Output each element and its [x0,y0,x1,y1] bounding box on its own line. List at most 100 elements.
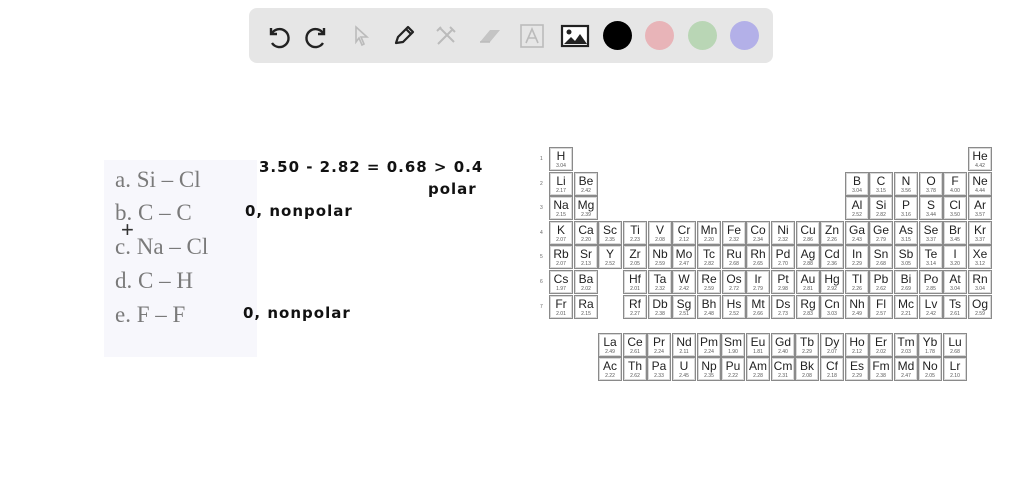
electronegativity-value: 2.81 [803,286,813,292]
electronegativity-value: 2.07 [556,237,566,243]
pen-icon[interactable] [388,20,420,52]
color-swatch-green[interactable] [688,21,717,50]
color-swatch-purple[interactable] [730,21,759,50]
element-er: Er 2.02 [869,333,893,357]
element-tc: Tc 2.82 [697,245,721,269]
element-lu: Lu 2.68 [943,333,967,357]
element-symbol: Al [851,198,863,212]
electronegativity-value: 2.52 [605,261,615,267]
element-symbol: Sg [676,297,692,311]
electronegativity-value: 2.68 [876,261,886,267]
undo-icon[interactable] [261,20,293,52]
redo-icon[interactable] [302,20,334,52]
electronegativity-value: 2.02 [581,286,591,292]
drawing-toolbar [249,8,773,63]
electronegativity-value: 2.17 [556,188,566,194]
element-symbol: Cf [826,359,838,373]
electronegativity-value: 4.42 [975,163,985,169]
element-symbol: Mt [751,297,765,311]
element-symbol: Zr [629,247,641,261]
electronegativity-value: 2.62 [630,373,640,379]
question-e: e. F – F [115,302,186,327]
electronegativity-value: 2.36 [827,261,837,267]
electronegativity-value: 2.35 [605,237,615,243]
select-icon[interactable] [346,20,378,52]
electronegativity-value: 3.44 [926,212,936,218]
eraser-icon[interactable] [474,20,506,52]
element-ta: Ta 2.32 [648,270,672,294]
element-pt: Pt 2.98 [771,270,795,294]
element-symbol: Cl [949,198,961,212]
period-label: 7 [540,303,543,310]
element-symbol: Tm [897,335,915,349]
element-po: Po 2.85 [919,270,943,294]
element-c: C 3.15 [869,172,893,196]
element-h: H 3.04 [549,147,573,171]
electronegativity-value: 2.07 [556,261,566,267]
element-ni: Ni 2.32 [771,221,795,245]
element-symbol: Zn [824,223,839,237]
electronegativity-value: 3.57 [975,212,985,218]
color-swatch-pink[interactable] [645,21,674,50]
element-symbol: U [679,359,689,373]
electronegativity-value: 2.12 [852,349,862,355]
electronegativity-value: 2.15 [556,212,566,218]
element-gd: Gd 2.40 [771,333,795,357]
element-ga: Ga 2.43 [845,221,869,245]
element-pa: Pa 2.33 [647,357,671,381]
element-symbol: Cu [800,223,816,237]
electronegativity-value: 2.79 [876,237,886,243]
element-as: As 3.15 [894,221,918,245]
period-label: 6 [540,279,543,285]
text-icon[interactable] [516,20,548,52]
element-symbol: Pm [700,335,718,349]
element-symbol: Ca [578,223,594,237]
electronegativity-value: 2.20 [581,237,591,243]
electronegativity-value: 2.59 [975,311,985,317]
element-symbol: Mn [700,223,718,237]
electronegativity-value: 2.07 [827,349,837,355]
element-symbol: Pb [873,272,889,286]
electronegativity-value: 4.00 [950,188,960,194]
element-symbol: Nb [652,247,668,261]
color-swatch-black[interactable] [603,21,632,50]
electronegativity-value: 2.38 [876,373,886,379]
element-symbol: Lr [949,359,961,373]
electronegativity-value: 2.02 [876,349,886,355]
question-a: a. Si – Cl [115,167,201,192]
tools-icon[interactable] [430,20,462,52]
element-ti: Ti 2.23 [623,221,647,245]
element-tl: Tl 2.26 [845,270,869,294]
element-np: Np 2.35 [697,357,721,381]
element-symbol: I [953,247,957,261]
electronegativity-value: 2.01 [630,286,640,292]
element-rg: Rg 2.83 [796,295,820,319]
element-k: K 2.07 [549,221,573,245]
electronegativity-value: 2.61 [950,311,960,317]
electronegativity-value: 3.04 [556,163,566,169]
electronegativity-value: 2.42 [679,286,689,292]
element-symbol: Kr [974,223,986,237]
image-icon[interactable] [559,20,591,52]
electronegativity-value: 1.97 [556,286,566,292]
electronegativity-value: 2.62 [876,286,886,292]
element-symbol: Sm [724,335,742,349]
element-be: Be 2.42 [574,172,598,196]
electronegativity-value: 2.59 [704,286,714,292]
element-ho: Ho 2.12 [845,333,869,357]
electronegativity-value: 2.15 [581,311,591,317]
electronegativity-value: 4.44 [975,188,985,194]
electronegativity-value: 2.61 [630,349,640,355]
element-symbol: Fr [555,297,567,311]
period-label: 3 [540,205,543,212]
electronegativity-value: 2.35 [704,373,714,379]
electronegativity-value: 3.12 [975,261,985,267]
electronegativity-value: 3.03 [827,311,837,317]
element-rn: Rn 3.04 [968,270,992,294]
element-hs: Hs 2.52 [722,295,746,319]
electronegativity-value: 2.79 [753,286,763,292]
electronegativity-value: 2.26 [852,286,862,292]
element-zr: Zr 2.05 [623,245,647,269]
element-bi: Bi 2.69 [894,270,918,294]
element-symbol: Pu [725,359,741,373]
